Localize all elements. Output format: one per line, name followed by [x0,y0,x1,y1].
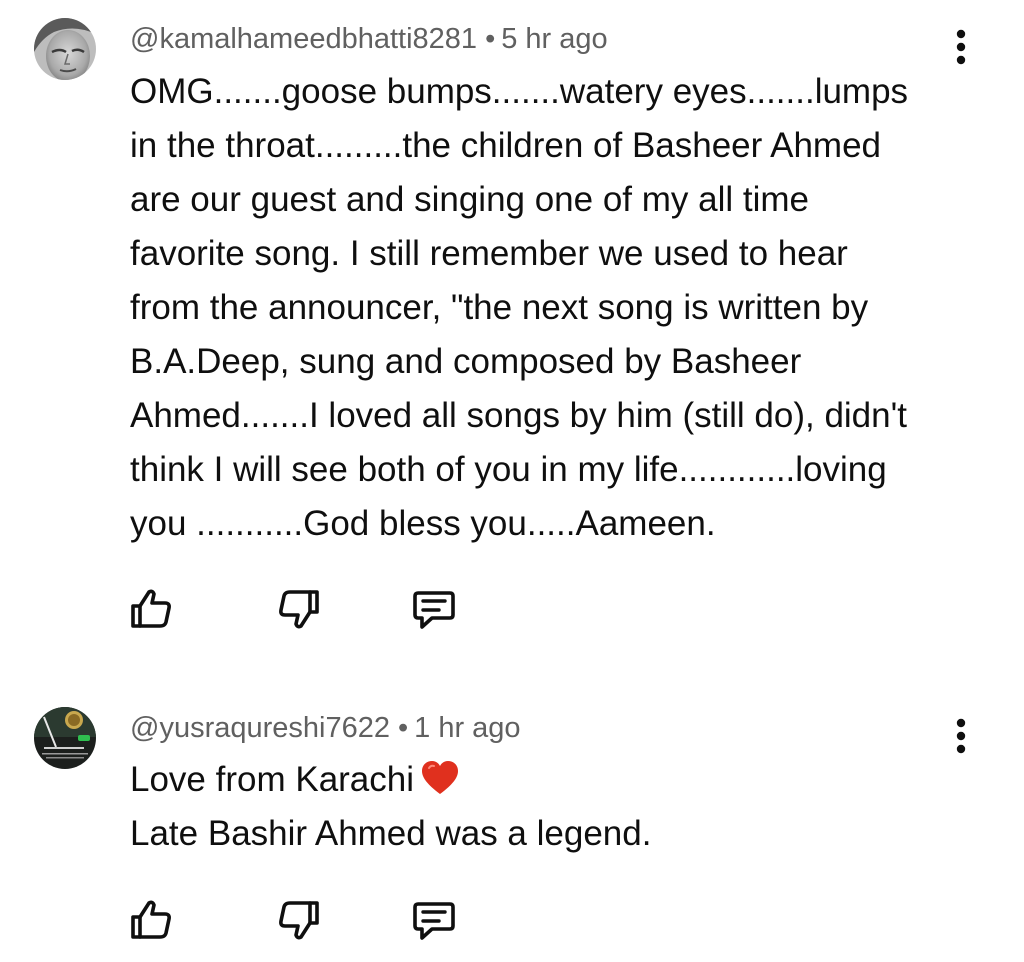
more-vert-icon [956,718,966,754]
comment-meta: @yusraqureshi7622 • 1 hr ago [130,711,521,745]
comment-text-line: think I will see both of you in my life.… [130,450,887,489]
avatar[interactable] [34,707,96,769]
comment-text-line: OMG.......goose bumps.......watery eyes.… [130,72,909,111]
reply-comment-icon [413,591,455,629]
comment-text-line: in the throat.........the children of Ba… [130,126,881,165]
comment-timestamp: 1 hr ago [414,712,521,744]
comment-text-line: favorite song. I still remember we used … [130,234,848,273]
comment-text-line: are our guest and singing one of my all … [130,180,809,219]
comment-item: @kamalhameedbhatti8281 • 5 hr ago OMG.....… [0,0,1024,650]
comment-text-segment: Love from Karachi [130,760,415,799]
comment-item: @yusraqureshi7622 • 1 hr ago Love from Kar… [0,650,1024,962]
meta-separator: • [397,712,409,744]
comment-text-line: from the announcer, "the next song is wr… [130,288,869,327]
comment-actions [0,896,1024,946]
more-vert-icon [956,29,966,65]
thumb-up-icon [131,589,171,628]
comment-text-line: Love from Karachi [130,753,960,807]
user-avatar-image [34,707,96,769]
dislike-button[interactable] [274,585,322,633]
reply-button[interactable] [410,585,458,633]
comment-text: OMG.......goose bumps.......watery eyes.… [130,65,960,551]
reply-button[interactable] [410,896,458,944]
thumb-down-icon [279,901,319,940]
reply-comment-icon [413,902,455,940]
user-avatar-image [34,18,96,80]
comment-author-handle[interactable]: @kamalhameedbhatti8281 [130,23,477,55]
comment-author-handle[interactable]: @yusraqureshi7622 [130,712,390,744]
comment-text-line: B.A.Deep, sung and composed by Basheer [130,342,802,381]
comment-text-line: Late Bashir Ahmed was a legend. [130,814,652,853]
like-button[interactable] [128,896,176,944]
thumb-up-icon [131,900,171,939]
like-button[interactable] [128,585,176,633]
meta-separator: • [485,23,496,55]
comment-timestamp: 5 hr ago [501,23,608,55]
avatar[interactable] [34,18,96,80]
comment-menu-button[interactable] [946,714,976,758]
comment-text-line: Ahmed.......I loved all songs by him (st… [130,396,908,435]
comment-text-line: you ...........God bless you.....Aameen. [130,504,716,543]
thumb-down-icon [279,590,319,629]
red-heart-emoji-icon [422,761,459,794]
comment-actions [0,585,1024,635]
comment-text: Love from Karachi Late Bashir Ahmed was … [130,753,960,861]
comment-menu-button[interactable] [946,25,976,69]
dislike-button[interactable] [274,896,322,944]
comment-meta: @kamalhameedbhatti8281 • 5 hr ago [130,22,608,56]
